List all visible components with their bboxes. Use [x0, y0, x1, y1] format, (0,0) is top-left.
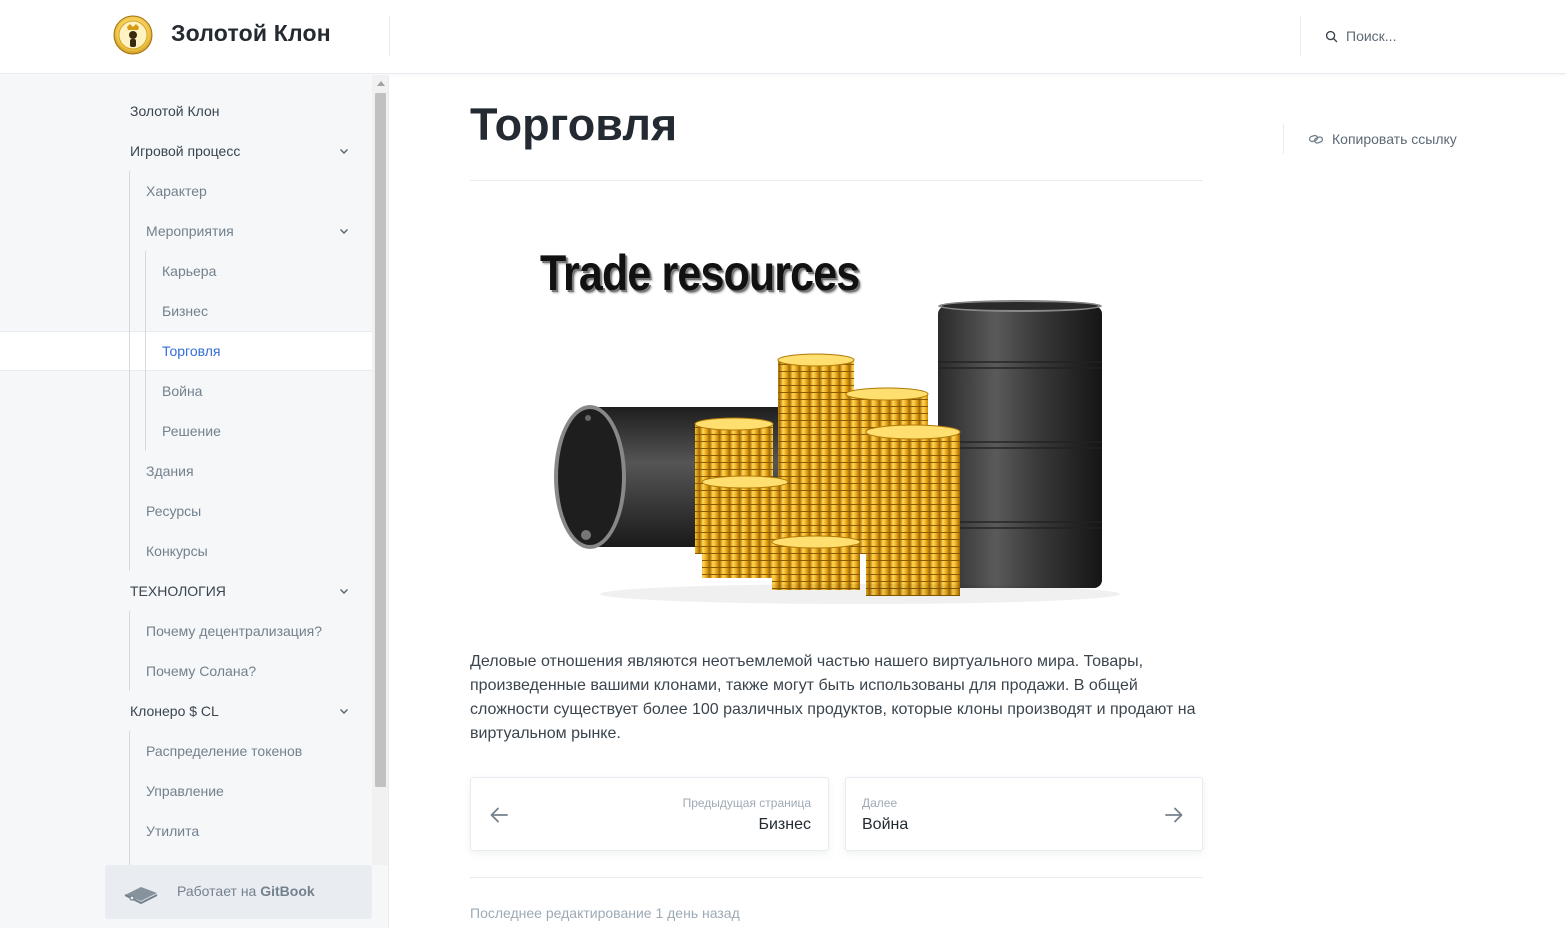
- sidebar-item-business[interactable]: Бизнес: [0, 291, 372, 331]
- sidebar-item-label: Ресурсы: [146, 503, 202, 519]
- sidebar-item-token-distribution[interactable]: Распределение токенов: [0, 731, 372, 771]
- sidebar-item-decision[interactable]: Решение: [0, 411, 372, 451]
- next-page-caption: Далее: [862, 796, 898, 810]
- powered-by-text: Работает на GitBook: [177, 883, 315, 899]
- chevron-down-icon[interactable]: [338, 145, 350, 157]
- top-header: Золотой Клон Поиск...: [0, 0, 1566, 74]
- previous-page-title: Бизнес: [758, 816, 811, 833]
- sidebar: Золотой Клон Игровой процесс Характер Ме…: [0, 75, 389, 928]
- sidebar-item-clonero-cl[interactable]: Клонеро $ CL: [0, 691, 372, 731]
- previous-page-button[interactable]: Предыдущая страница Бизнес: [470, 777, 829, 851]
- last-edited-text: Последнее редактирование 1 день назад: [470, 905, 740, 921]
- tree-guide-line: [129, 731, 130, 871]
- sidebar-item-career[interactable]: Карьера: [0, 251, 372, 291]
- coins-and-barrels-illustration: [554, 300, 1120, 604]
- sidebar-nav: Золотой Клон Игровой процесс Характер Ме…: [0, 91, 372, 851]
- sidebar-item-character[interactable]: Характер: [0, 171, 372, 211]
- site-title[interactable]: Золотой Клон: [171, 20, 331, 47]
- sidebar-item-why-solana[interactable]: Почему Солана?: [0, 651, 372, 691]
- sidebar-item-label: Карьера: [162, 263, 217, 279]
- chevron-down-icon[interactable]: [338, 585, 350, 597]
- header-divider: [389, 16, 390, 56]
- arrow-left-icon: [490, 807, 508, 823]
- next-page-title: Война: [862, 816, 909, 833]
- sidebar-item-technology[interactable]: ТЕХНОЛОГИЯ: [0, 571, 372, 611]
- tree-guide-line: [129, 611, 130, 691]
- sidebar-item-label: ТЕХНОЛОГИЯ: [130, 583, 226, 599]
- link-icon: [1308, 134, 1324, 144]
- sidebar-item-gameplay[interactable]: Игровой процесс: [0, 131, 372, 171]
- trade-resources-image: Trade resources: [530, 232, 1130, 612]
- scroll-up-arrow[interactable]: [377, 81, 385, 86]
- page-title: Торговля: [470, 99, 678, 150]
- sidebar-item-label: Характер: [146, 183, 207, 199]
- sidebar-item-label: Распределение токенов: [146, 743, 303, 759]
- next-page-button[interactable]: Далее Война: [845, 777, 1203, 851]
- sidebar-item-label: Клонеро $ CL: [130, 703, 219, 719]
- header-divider: [1300, 16, 1301, 56]
- powered-by-prefix: Работает на: [177, 883, 257, 899]
- sidebar-item-label: Золотой Клон: [130, 103, 220, 119]
- gitbook-icon: [124, 887, 158, 905]
- sidebar-item-trade[interactable]: Торговля: [0, 331, 372, 371]
- chevron-down-icon[interactable]: [338, 225, 350, 237]
- sidebar-item-contests[interactable]: Конкурсы: [0, 531, 372, 571]
- copy-link-label: Копировать ссылку: [1332, 131, 1457, 147]
- copy-link-button[interactable]: Копировать ссылку: [1283, 124, 1457, 154]
- title-divider: [470, 180, 1203, 181]
- sidebar-item-buildings[interactable]: Здания: [0, 451, 372, 491]
- sidebar-item-label: Бизнес: [162, 303, 208, 319]
- tree-guide-line: [129, 171, 130, 571]
- arrow-right-icon: [1165, 807, 1183, 823]
- chevron-down-icon[interactable]: [338, 705, 350, 717]
- sidebar-item-label: Здания: [146, 463, 194, 479]
- golden-clone-logo[interactable]: [113, 15, 153, 55]
- sidebar-item-label: Управление: [146, 783, 224, 799]
- sidebar-item-label: Решение: [162, 423, 221, 439]
- sidebar-item-label: Почему децентрализация?: [146, 623, 323, 639]
- sidebar-item-label: Мероприятия: [146, 223, 234, 239]
- sidebar-item-resources[interactable]: Ресурсы: [0, 491, 372, 531]
- powered-by-gitbook[interactable]: Работает на GitBook: [105, 865, 372, 919]
- sidebar-item-label: Конкурсы: [146, 543, 208, 559]
- sidebar-item-label: Утилита: [146, 823, 200, 839]
- article-body: Деловые отношения являются неотъемлемой …: [470, 653, 1196, 742]
- sidebar-item-label: Война: [162, 383, 203, 399]
- footer-divider: [470, 877, 1203, 878]
- previous-page-caption: Предыдущая страница: [682, 796, 811, 810]
- sidebar-item-utility[interactable]: Утилита: [0, 811, 372, 851]
- sidebar-item-governance[interactable]: Управление: [0, 771, 372, 811]
- sidebar-item-golden-clone[interactable]: Золотой Клон: [0, 91, 372, 131]
- sidebar-item-label: Торговля: [162, 343, 221, 359]
- search-icon: [1325, 30, 1338, 42]
- tree-guide-line: [145, 251, 146, 451]
- sidebar-item-why-decentralization[interactable]: Почему децентрализация?: [0, 611, 372, 651]
- sidebar-scrollbar-thumb[interactable]: [375, 93, 386, 787]
- sidebar-item-events[interactable]: Мероприятия: [0, 211, 372, 251]
- sidebar-item-label: Игровой процесс: [130, 143, 241, 159]
- search-input[interactable]: Поиск...: [1346, 28, 1396, 44]
- sidebar-item-label: Почему Солана?: [146, 663, 257, 679]
- sidebar-item-war[interactable]: Война: [0, 371, 372, 411]
- gitbook-brand: GitBook: [260, 883, 315, 899]
- search-box[interactable]: Поиск...: [1325, 26, 1396, 46]
